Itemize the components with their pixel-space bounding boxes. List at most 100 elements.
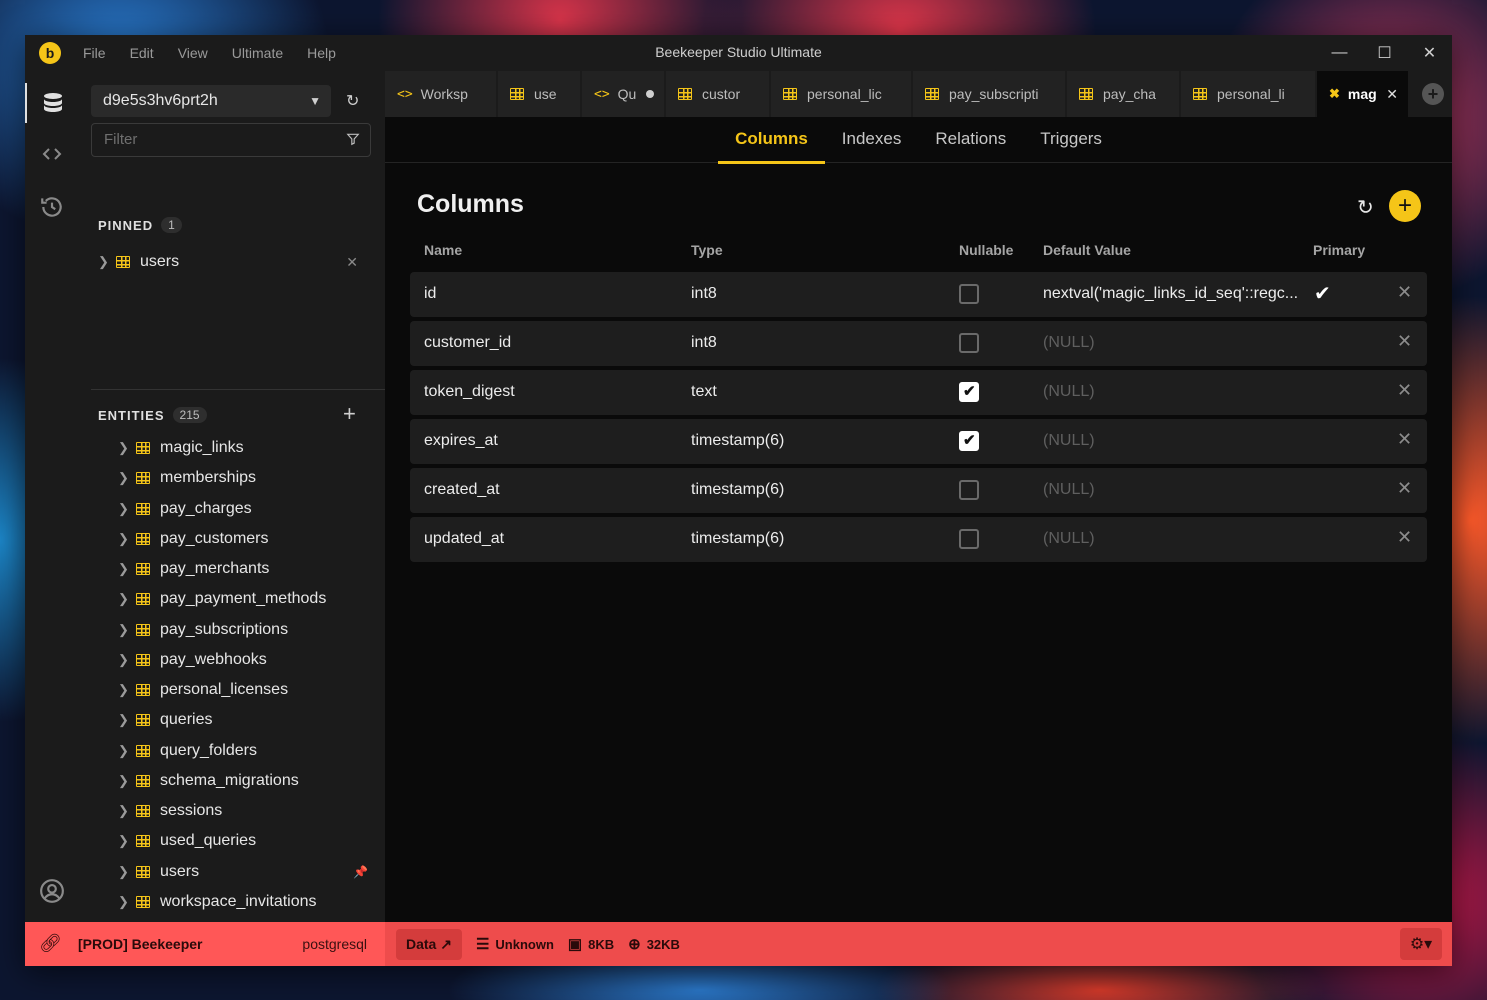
chevron-right-icon[interactable]: ❯ [118,622,136,638]
nullable-checkbox[interactable] [959,529,979,549]
column-default[interactable]: (NULL) [1043,383,1095,401]
entity-item[interactable]: ❯ workspace_invitations [98,887,368,917]
table-row[interactable]: updated_at timestamp(6) (NULL) ✕ [410,517,1427,562]
tab-workspace[interactable]: <> Worksp [385,71,496,117]
remove-column-icon[interactable]: ✕ [1397,282,1412,303]
column-type[interactable]: timestamp(6) [691,481,784,499]
primary-key-check-icon[interactable]: ✔ [1314,281,1331,306]
column-default[interactable]: (NULL) [1043,334,1095,352]
column-type[interactable]: int8 [691,285,717,303]
entity-item[interactable]: ❯ users 📌 [98,857,368,887]
close-tab-icon[interactable]: ✕ [1386,86,1398,103]
entity-item[interactable]: ❯ pay_customers [98,524,368,554]
entity-item[interactable]: ❯ used_queries [98,826,368,856]
column-type[interactable]: timestamp(6) [691,530,784,548]
filter-field[interactable] [91,123,371,157]
menu-file[interactable]: File [83,45,106,61]
table-row[interactable]: id int8 nextval('magic_links_id_seq'::re… [410,272,1427,317]
chevron-right-icon[interactable]: ❯ [118,864,136,880]
chevron-right-icon[interactable]: ❯ [118,894,136,910]
new-tab-icon[interactable]: + [1422,83,1444,105]
column-default[interactable]: (NULL) [1043,432,1095,450]
entity-item[interactable]: ❯ memberships [98,463,368,493]
chevron-right-icon[interactable]: ❯ [118,833,136,849]
tab-personal-licenses[interactable]: personal_lic [771,71,911,117]
entity-item[interactable]: ❯ sessions [98,796,368,826]
chevron-right-icon[interactable]: ❯ [118,773,136,789]
column-name[interactable]: customer_id [424,334,511,352]
chevron-right-icon[interactable]: ❯ [118,440,136,456]
nullable-checkbox[interactable] [959,284,979,304]
filter-icon[interactable] [346,132,360,151]
settings-gear-icon[interactable]: ⚙▾ [1400,928,1442,960]
menu-ultimate[interactable]: Ultimate [232,45,283,61]
connection-status[interactable]: 🔗︎ [PROD] Beekeeper postgresql [25,922,385,966]
chevron-right-icon[interactable]: ❯ [118,531,136,547]
nullable-checkbox[interactable] [959,431,979,451]
tab-columns[interactable]: Columns [718,117,825,164]
tab-pay-subscriptions[interactable]: pay_subscripti [913,71,1065,117]
chevron-right-icon[interactable]: ❯ [118,561,136,577]
tab-triggers[interactable]: Triggers [1023,117,1119,163]
chevron-right-icon[interactable]: ❯ [118,682,136,698]
column-default[interactable]: (NULL) [1043,481,1095,499]
column-name[interactable]: expires_at [424,432,498,450]
chevron-right-icon[interactable]: ❯ [118,470,136,486]
minimize-icon[interactable]: — [1317,35,1362,71]
column-default[interactable]: (NULL) [1043,530,1095,548]
tab-relations[interactable]: Relations [918,117,1023,163]
remove-column-icon[interactable]: ✕ [1397,478,1412,499]
code-icon[interactable] [25,134,78,174]
tab-query[interactable]: <> Qu [582,71,664,117]
column-name[interactable]: token_digest [424,383,515,401]
column-name[interactable]: created_at [424,481,500,499]
table-row[interactable]: created_at timestamp(6) (NULL) ✕ [410,468,1427,513]
entity-item[interactable]: ❯ magic_links [98,433,368,463]
tab-personal-licenses-2[interactable]: personal_li [1181,71,1315,117]
entity-item[interactable]: ❯ pay_charges [98,494,368,524]
remove-column-icon[interactable]: ✕ [1397,331,1412,352]
tab-pay-charges[interactable]: pay_cha [1067,71,1179,117]
entity-item[interactable]: ❯ pay_payment_methods [98,584,368,614]
tab-indexes[interactable]: Indexes [825,117,919,163]
table-row[interactable]: token_digest text (NULL) ✕ [410,370,1427,415]
tab-magic-links[interactable]: ✖ mag ✕ [1317,71,1408,117]
column-name[interactable]: id [424,285,436,303]
chevron-right-icon[interactable]: ❯ [98,254,116,270]
add-entity-icon[interactable]: + [343,401,356,427]
maximize-icon[interactable]: ☐ [1362,35,1407,71]
column-default[interactable]: nextval('magic_links_id_seq'::regc... [1043,285,1298,303]
entity-item[interactable]: ❯ pay_subscriptions [98,615,368,645]
entity-item[interactable]: ❯ query_folders [98,736,368,766]
connection-select[interactable]: d9e5s3hv6prt2h ▼ [91,85,331,117]
nullable-checkbox[interactable] [959,333,979,353]
column-type[interactable]: timestamp(6) [691,432,784,450]
menu-view[interactable]: View [178,45,208,61]
entity-item[interactable]: ❯ schema_migrations [98,766,368,796]
add-column-button[interactable]: + [1389,190,1421,222]
entity-item[interactable]: ❯ personal_licenses [98,675,368,705]
entity-item[interactable]: ❯ queries [98,705,368,735]
table-row[interactable]: customer_id int8 (NULL) ✕ [410,321,1427,366]
remove-column-icon[interactable]: ✕ [1397,429,1412,450]
unpin-icon[interactable]: ✕ [346,254,358,271]
remove-column-icon[interactable]: ✕ [1397,380,1412,401]
column-name[interactable]: updated_at [424,530,504,548]
data-button[interactable]: Data ↗ [396,928,462,960]
refresh-icon[interactable]: ↻ [1357,195,1374,220]
account-icon[interactable] [25,871,78,911]
database-icon[interactable] [25,83,78,123]
tab-users[interactable]: use [498,71,580,117]
history-icon[interactable] [25,187,78,227]
chevron-right-icon[interactable]: ❯ [118,803,136,819]
remove-column-icon[interactable]: ✕ [1397,527,1412,548]
close-window-icon[interactable]: ✕ [1407,35,1452,71]
nullable-checkbox[interactable] [959,382,979,402]
column-type[interactable]: text [691,383,717,401]
menu-edit[interactable]: Edit [130,45,154,61]
table-row[interactable]: expires_at timestamp(6) (NULL) ✕ [410,419,1427,464]
pin-icon[interactable]: 📌 [353,865,368,879]
chevron-right-icon[interactable]: ❯ [118,591,136,607]
chevron-right-icon[interactable]: ❯ [118,501,136,517]
entity-item[interactable]: ❯ pay_merchants [98,554,368,584]
